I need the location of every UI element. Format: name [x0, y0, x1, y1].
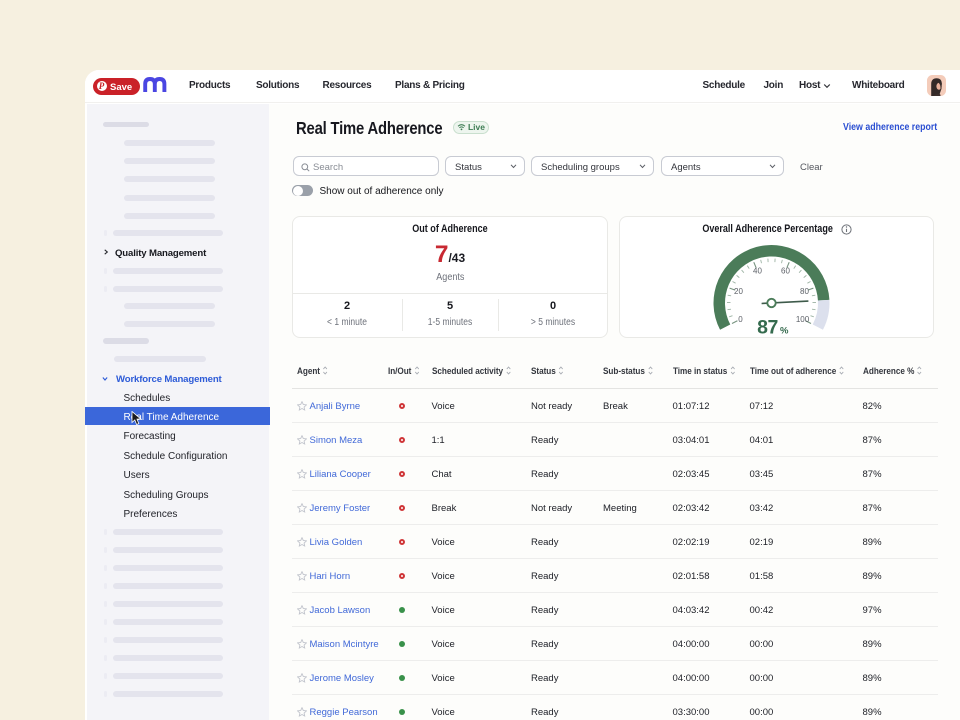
svg-text:60: 60: [781, 267, 790, 276]
svg-text:20: 20: [734, 287, 743, 296]
svg-text:100: 100: [796, 315, 810, 324]
svg-text:80: 80: [800, 287, 809, 296]
svg-text:87: 87: [757, 317, 778, 339]
svg-text:40: 40: [753, 267, 762, 276]
svg-text:%: %: [780, 326, 789, 337]
svg-text:0: 0: [738, 315, 743, 324]
